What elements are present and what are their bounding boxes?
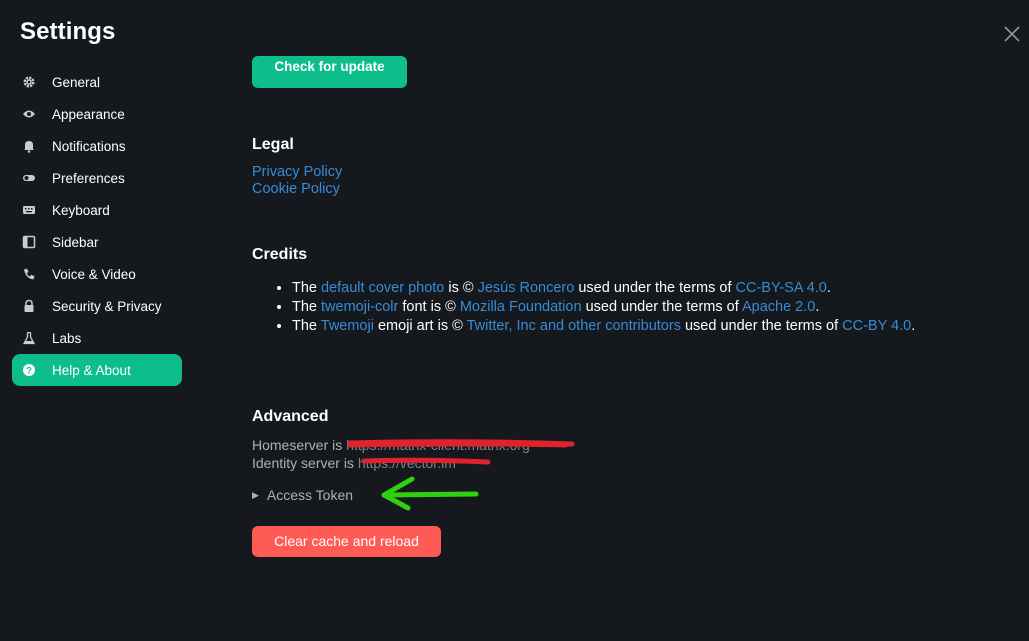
legal-heading: Legal <box>252 136 294 153</box>
homeserver-value: https://matrix-client.matrix.org <box>346 437 530 453</box>
license-link[interactable]: CC-BY 4.0 <box>842 318 911 334</box>
credit-link[interactable]: default cover photo <box>321 280 444 296</box>
sidebar-item-appearance[interactable]: Appearance <box>12 98 182 130</box>
gear-icon <box>22 75 36 89</box>
list-item: The Twemoji emoji art is © Twitter, Inc … <box>292 317 952 336</box>
sidebar-item-label: Appearance <box>52 106 125 122</box>
identity-server-label: Identity server is <box>252 455 358 471</box>
phone-icon <box>22 267 36 281</box>
toggle-icon <box>22 171 36 185</box>
homeserver-line: Homeserver is https://matrix-client.matr… <box>252 437 530 453</box>
license-link[interactable]: Apache 2.0 <box>742 299 815 315</box>
sidebar-item-label: Notifications <box>52 138 126 154</box>
homeserver-label: Homeserver is <box>252 437 347 453</box>
list-item: The default cover photo is © Jesús Ronce… <box>292 279 952 298</box>
credit-text: The <box>292 318 321 334</box>
sidebar-item-label: Voice & Video <box>52 266 136 282</box>
check-for-update-button[interactable]: Check for update <box>252 56 407 88</box>
sidebar-icon <box>22 235 36 249</box>
cookie-policy-link[interactable]: Cookie Policy <box>252 181 342 198</box>
credit-link[interactable]: Twitter, Inc and other contributors <box>467 318 681 334</box>
help-icon: ? <box>22 363 36 377</box>
sidebar-item-preferences[interactable]: Preferences <box>12 162 182 194</box>
sidebar-item-label: Help & About <box>52 362 131 378</box>
sidebar-item-label: Security & Privacy <box>52 298 162 314</box>
settings-content: Check for update Legal Privacy Policy Co… <box>252 0 952 641</box>
sidebar-item-voice-video[interactable]: Voice & Video <box>12 258 182 290</box>
sidebar-item-label: Keyboard <box>52 202 110 218</box>
credit-text: used under the terms of <box>680 318 843 334</box>
credit-text: The <box>292 280 322 296</box>
advanced-heading: Advanced <box>252 408 329 425</box>
sidebar-item-labs[interactable]: Labs <box>12 322 182 354</box>
access-token-label: Access Token <box>266 487 354 503</box>
credits-list: The default cover photo is © Jesús Ronce… <box>272 279 952 336</box>
privacy-policy-link[interactable]: Privacy Policy <box>252 164 342 181</box>
credit-text: is © <box>444 280 478 296</box>
clear-cache-label: Clear cache and reload <box>274 533 419 549</box>
sidebar-item-label: Labs <box>52 330 82 346</box>
check-for-update-label: Check for update <box>274 59 385 74</box>
legal-links: Privacy Policy Cookie Policy <box>252 164 342 198</box>
credit-text: The <box>292 299 322 315</box>
credit-text: used under the terms of <box>574 280 736 296</box>
access-token-toggle[interactable]: ▶ Access Token <box>252 487 353 503</box>
close-icon[interactable] <box>1003 25 1021 43</box>
credit-link[interactable]: Mozilla Foundation <box>460 299 582 315</box>
credit-link[interactable]: twemoji-colr <box>321 299 398 315</box>
license-link[interactable]: CC-BY-SA 4.0 <box>736 280 827 296</box>
flask-icon <box>22 331 36 345</box>
list-item: The twemoji-colr font is © Mozilla Found… <box>292 298 952 317</box>
credit-text: . <box>815 299 820 315</box>
sidebar-item-label: General <box>52 74 101 90</box>
sidebar-item-general[interactable]: General <box>12 66 182 98</box>
credit-text: emoji art is © <box>373 318 467 334</box>
credit-text: . <box>826 280 831 296</box>
identity-server-line: Identity server is https://vector.im <box>252 455 456 471</box>
credit-text: used under the terms of <box>581 299 742 315</box>
eye-icon <box>22 107 36 121</box>
identity-server-value: https://vector.im <box>357 455 456 471</box>
sidebar-item-label: Preferences <box>52 170 125 186</box>
triangle-right-icon: ▶ <box>252 489 259 500</box>
credit-text: . <box>911 318 916 334</box>
sidebar-item-notifications[interactable]: Notifications <box>12 130 182 162</box>
sidebar-item-sidebar[interactable]: Sidebar <box>12 226 182 258</box>
sidebar-item-keyboard[interactable]: Keyboard <box>12 194 182 226</box>
credit-text: font is © <box>398 299 460 315</box>
sidebar-item-security-privacy[interactable]: Security & Privacy <box>12 290 182 322</box>
credit-link[interactable]: Twemoji <box>321 318 374 334</box>
sidebar-item-help-about[interactable]: ? Help & About <box>12 354 182 386</box>
credit-link[interactable]: Jesús Roncero <box>478 280 575 296</box>
sidebar-item-label: Sidebar <box>52 234 99 250</box>
svg-text:?: ? <box>26 366 32 377</box>
page-title: Settings <box>20 18 116 45</box>
clear-cache-reload-button[interactable]: Clear cache and reload <box>252 526 441 557</box>
bell-icon <box>22 139 36 153</box>
lock-icon <box>22 299 36 313</box>
credits-heading: Credits <box>252 246 308 263</box>
settings-sidebar: General Appearance Notifications Prefere… <box>12 66 182 386</box>
keyboard-icon <box>22 203 36 217</box>
